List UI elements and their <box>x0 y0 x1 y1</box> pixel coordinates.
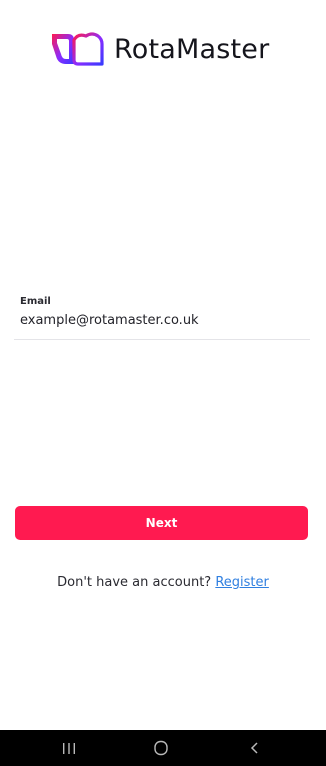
next-button[interactable]: Next <box>15 506 308 540</box>
rotamaster-logo-icon <box>52 32 104 66</box>
email-field[interactable]: Email <box>14 296 310 340</box>
brand-logo: RotaMaster <box>48 30 269 68</box>
recent-apps-icon <box>63 743 75 754</box>
register-link[interactable]: Register <box>215 575 269 590</box>
brand-name: RotaMaster <box>114 33 270 65</box>
home-button[interactable] <box>141 730 181 766</box>
back-icon <box>250 742 258 754</box>
back-button[interactable] <box>235 730 275 766</box>
register-row: Don't have an account? Register <box>0 575 326 590</box>
system-navigation-bar <box>0 730 326 766</box>
home-icon <box>154 740 168 756</box>
recent-apps-button[interactable] <box>49 730 89 766</box>
email-label: Email <box>20 296 51 307</box>
email-input[interactable] <box>20 310 306 330</box>
register-prompt: Don't have an account? <box>57 575 212 590</box>
